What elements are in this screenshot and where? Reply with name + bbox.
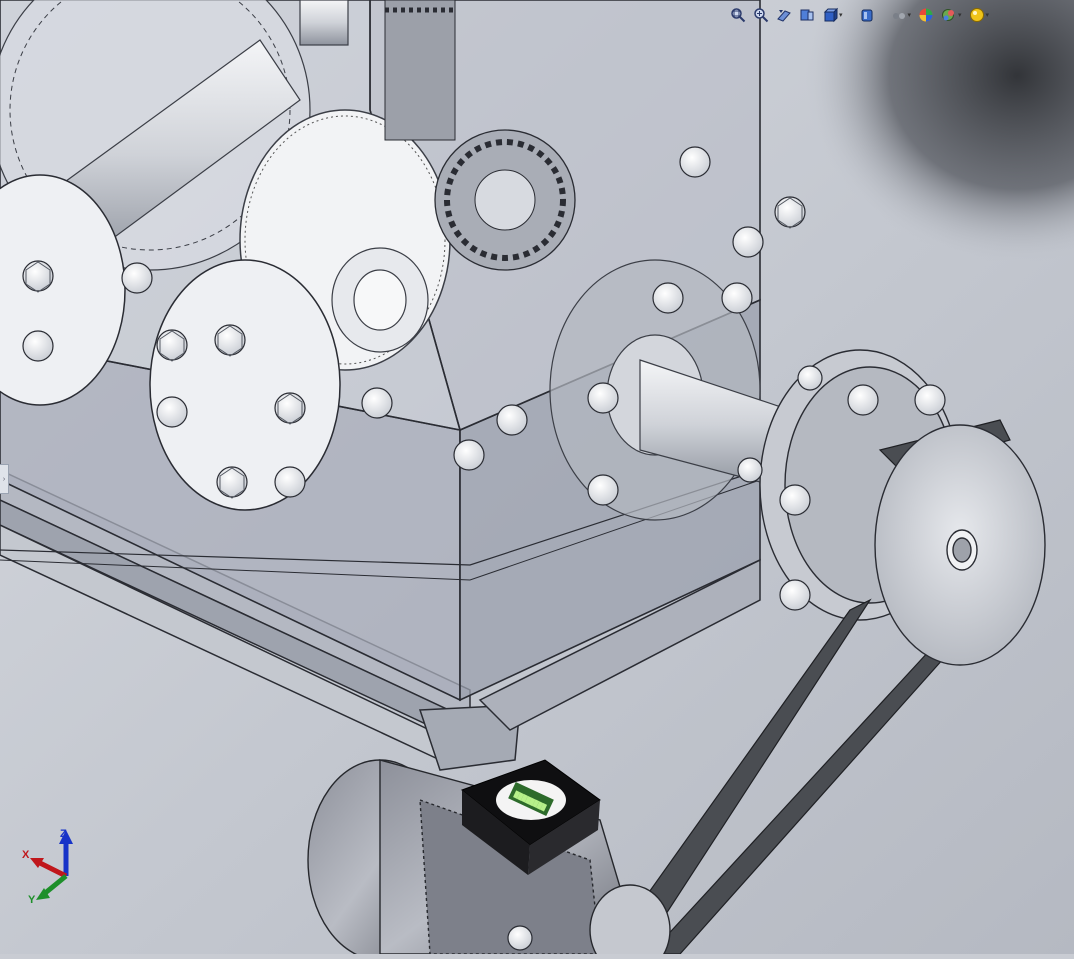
display-style-icon[interactable]: [857, 5, 877, 25]
bolt: [22, 260, 54, 292]
bolt: [453, 439, 485, 471]
bolt: [679, 146, 711, 178]
assembly-scene[interactable]: ████████: [0, 0, 1074, 959]
bolt: [797, 365, 823, 391]
x-axis-arrow: [36, 859, 68, 879]
scene-icon[interactable]: [939, 5, 959, 25]
bolt: [847, 384, 879, 416]
bolt: [779, 484, 811, 516]
view-orientation-dropdown-icon[interactable]: ▾: [839, 11, 843, 19]
zoom-fit-icon[interactable]: [728, 5, 748, 25]
bolt: [652, 282, 684, 314]
bolt: [274, 392, 306, 424]
section-view-icon[interactable]: [797, 5, 817, 25]
bolt: [774, 196, 806, 228]
heads-up-view-toolbar: ▾ ▾ ▾ ▾: [728, 3, 991, 27]
bolt: [156, 329, 188, 361]
cad-graphics-area[interactable]: ████████: [0, 0, 1074, 959]
bolt: [587, 382, 619, 414]
bolt: [507, 925, 533, 951]
hide-show-dropdown-icon[interactable]: ▾: [908, 11, 912, 19]
panel-collapse-handle[interactable]: ›: [0, 464, 9, 494]
previous-view-icon[interactable]: [774, 5, 794, 25]
z-axis-label: Z: [60, 828, 67, 840]
bolt: [587, 474, 619, 506]
bolt: [216, 466, 248, 498]
bolt: [721, 282, 753, 314]
bolt: [121, 262, 153, 294]
bolt: [737, 457, 763, 483]
bolt: [214, 324, 246, 356]
bolt: [361, 387, 393, 419]
zoom-area-icon[interactable]: [751, 5, 771, 25]
view-orientation-icon[interactable]: [820, 5, 840, 25]
view-settings-icon[interactable]: [967, 5, 987, 25]
hide-show-icon[interactable]: [889, 5, 909, 25]
scene-dropdown-icon[interactable]: ▾: [958, 11, 962, 19]
reference-triad: Z X Y: [14, 822, 84, 914]
bolt: [496, 404, 528, 436]
bolt: [732, 226, 764, 258]
view-settings-dropdown-icon[interactable]: ▾: [986, 11, 990, 19]
bolt: [779, 579, 811, 611]
y-axis-label: Y: [28, 894, 36, 906]
bolt: [156, 396, 188, 428]
bolt: [914, 384, 946, 416]
y-axis-arrow: [42, 874, 68, 896]
x-axis-label: X: [22, 849, 30, 861]
bolt: [22, 330, 54, 362]
driven-pulley[interactable]: [874, 424, 1046, 666]
bolt: [274, 466, 306, 498]
appearance-icon[interactable]: [916, 5, 936, 25]
